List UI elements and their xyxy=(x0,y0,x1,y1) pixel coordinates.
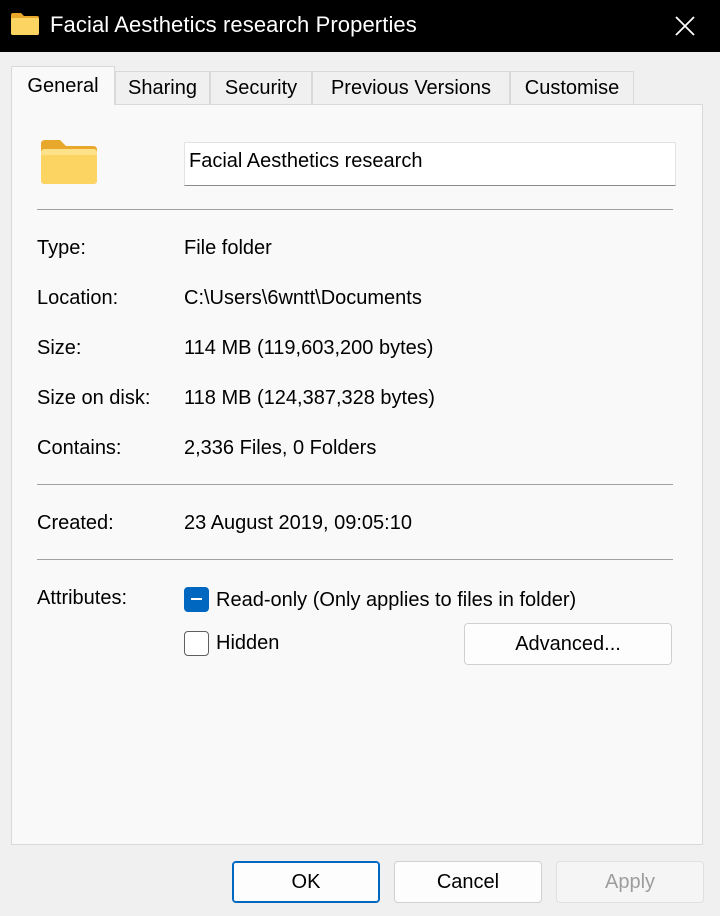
divider xyxy=(37,484,673,485)
readonly-label[interactable]: Read-only (Only applies to files in fold… xyxy=(216,587,576,613)
divider xyxy=(37,209,673,210)
window-title: Facial Aesthetics research Properties xyxy=(50,12,417,37)
advanced-button[interactable]: Advanced... xyxy=(464,623,672,665)
location-value: C:\Users\6wntt\Documents xyxy=(184,287,422,309)
ok-button[interactable]: OK xyxy=(232,861,380,903)
tab-sharing[interactable]: Sharing xyxy=(115,71,210,104)
hidden-label[interactable]: Hidden xyxy=(216,630,279,656)
apply-button[interactable]: Apply xyxy=(556,861,704,903)
cancel-button[interactable]: Cancel xyxy=(394,861,542,903)
size-on-disk-label: Size on disk: xyxy=(37,387,151,409)
type-value: File folder xyxy=(184,237,272,259)
folder-icon xyxy=(10,12,40,36)
divider xyxy=(37,559,673,560)
close-button[interactable] xyxy=(650,0,720,52)
created-label: Created: xyxy=(37,512,114,534)
type-label: Type: xyxy=(37,237,86,259)
title-bar: Facial Aesthetics research Properties xyxy=(0,0,720,52)
created-value: 23 August 2019, 09:05:10 xyxy=(184,512,412,534)
readonly-checkbox[interactable] xyxy=(184,587,209,612)
location-label: Location: xyxy=(37,287,119,309)
tab-customise[interactable]: Customise xyxy=(510,71,634,104)
general-tab-panel xyxy=(11,104,703,845)
tab-security[interactable]: Security xyxy=(210,71,312,104)
tab-general[interactable]: General xyxy=(11,66,115,105)
size-value: 114 MB (119,603,200 bytes) xyxy=(184,337,434,359)
contains-label: Contains: xyxy=(37,437,122,459)
contains-value: 2,336 Files, 0 Folders xyxy=(184,437,377,459)
size-on-disk-value: 118 MB (124,387,328 bytes) xyxy=(184,387,435,409)
size-label: Size: xyxy=(37,337,82,359)
attributes-label: Attributes: xyxy=(37,587,128,609)
folder-icon xyxy=(40,139,98,185)
tab-previous-versions[interactable]: Previous Versions xyxy=(312,71,510,104)
hidden-checkbox[interactable] xyxy=(184,631,209,656)
close-icon xyxy=(675,16,695,36)
folder-name-input[interactable] xyxy=(184,142,676,186)
